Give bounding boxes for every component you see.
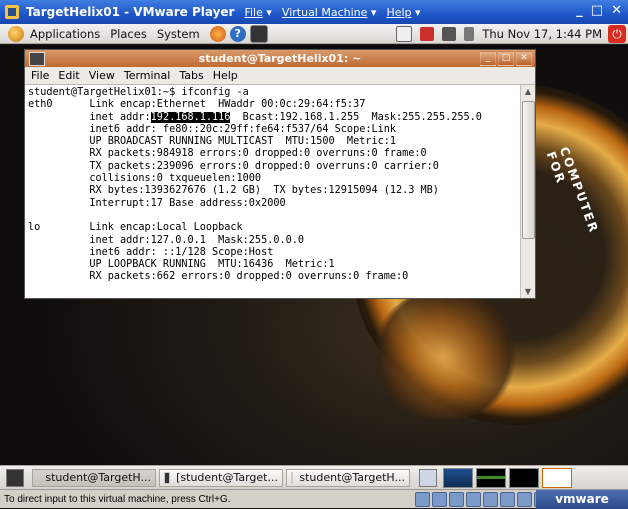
taskbar-item-terminal-2[interactable]: [student@Target... [159,468,283,487]
gnome-top-panel: Applications Places System ? Thu Nov 17,… [0,24,628,44]
update-notifier-icon[interactable] [420,27,435,41]
terminal-menu-help[interactable]: Help [213,69,238,82]
workspace-1[interactable] [443,467,473,488]
vmware-brand-logo: vmware [536,490,628,509]
applications-menu[interactable]: Applications [30,27,100,41]
vmware-title-bar: TargetHelix01 - VMware Player File ▾ Vir… [0,0,628,24]
vmware-status-text: To direct input to this virtual machine,… [4,493,231,505]
close-icon[interactable]: ✕ [611,3,622,18]
hard-disk-icon[interactable] [415,492,430,507]
help-launcher-icon[interactable]: ? [229,25,246,42]
printer-icon[interactable] [517,492,532,507]
power-icon[interactable]: ⏻ [608,25,626,43]
terminal-menu-terminal[interactable]: Terminal [124,69,171,82]
network-adapter-icon[interactable] [466,492,481,507]
terminal-task-icon [291,471,294,484]
terminal-window[interactable]: student@TargetHelix01: ~ _ □ ✕ File Edit… [24,49,536,299]
terminal-menu-edit[interactable]: Edit [58,69,79,82]
terminal-maximize-icon[interactable]: □ [498,51,514,66]
terminal-close-icon[interactable]: ✕ [516,51,532,66]
system-menu[interactable]: System [157,27,200,41]
selected-ip-address[interactable]: 192.168.1.116 [150,111,231,123]
minimize-icon[interactable]: _ [576,3,583,18]
taskbar-item-terminal-1[interactable]: student@TargetH... [32,468,156,487]
network-icon[interactable] [442,27,457,41]
workspace-2[interactable] [476,467,506,488]
scrollbar-thumb[interactable] [522,101,535,239]
floppy-icon[interactable] [449,492,464,507]
maximize-icon[interactable]: □ [591,3,603,18]
cd-drive-icon[interactable] [432,492,447,507]
usb-icon[interactable] [483,492,498,507]
desktop-emblem-glow [370,290,520,420]
vmware-menu-file[interactable]: File ▾ [244,6,271,19]
workspace-4[interactable] [542,467,572,488]
terminal-window-icon[interactable] [29,52,45,66]
workspace-3[interactable] [509,467,539,488]
vmware-window-title: TargetHelix01 - VMware Player [26,5,235,19]
panel-clock[interactable]: Thu Nov 17, 1:44 PM [482,27,602,41]
terminal-menu-file[interactable]: File [31,69,49,82]
gnome-foot-icon [8,25,24,42]
terminal-text-after: Bcast:192.168.1.255 Mask:255.255.255.0 i… [28,111,482,283]
vmware-menu-help[interactable]: Help ▾ [386,6,420,19]
terminal-task-icon [37,471,40,484]
terminal-menu-tabs[interactable]: Tabs [179,69,203,82]
window-list-icon[interactable] [396,26,413,42]
terminal-title: student@TargetHelix01: ~ [198,52,362,65]
terminal-output[interactable]: student@TargetHelix01:~$ ifconfig -a eth… [25,85,521,298]
gnome-bottom-panel: student@TargetH... [student@Target... st… [0,465,628,489]
volume-icon[interactable] [464,27,475,41]
sound-icon[interactable] [500,492,515,507]
firefox-launcher-icon[interactable] [209,25,226,42]
terminal-title-bar[interactable]: student@TargetHelix01: ~ _ □ ✕ [25,50,535,67]
trash-icon[interactable] [419,468,437,487]
terminal-scrollbar[interactable]: ▲ ▼ [520,85,535,298]
vmware-logo-icon [5,5,19,19]
scroll-up-icon[interactable]: ▲ [523,87,533,96]
show-desktop-icon[interactable] [6,468,24,487]
terminal-minimize-icon[interactable]: _ [480,51,496,66]
taskbar-item-terminal-3[interactable]: student@TargetH... [286,468,410,487]
scroll-down-icon[interactable]: ▼ [523,287,533,296]
terminal-task-icon [164,471,171,484]
vmware-status-bar: To direct input to this virtual machine,… [0,489,628,509]
terminal-launcher-icon[interactable] [249,24,268,43]
places-menu[interactable]: Places [110,27,147,41]
vmware-menu-virtual-machine[interactable]: Virtual Machine ▾ [282,6,377,19]
terminal-menu-view[interactable]: View [89,69,115,82]
terminal-menubar: File Edit View Terminal Tabs Help [25,67,535,85]
